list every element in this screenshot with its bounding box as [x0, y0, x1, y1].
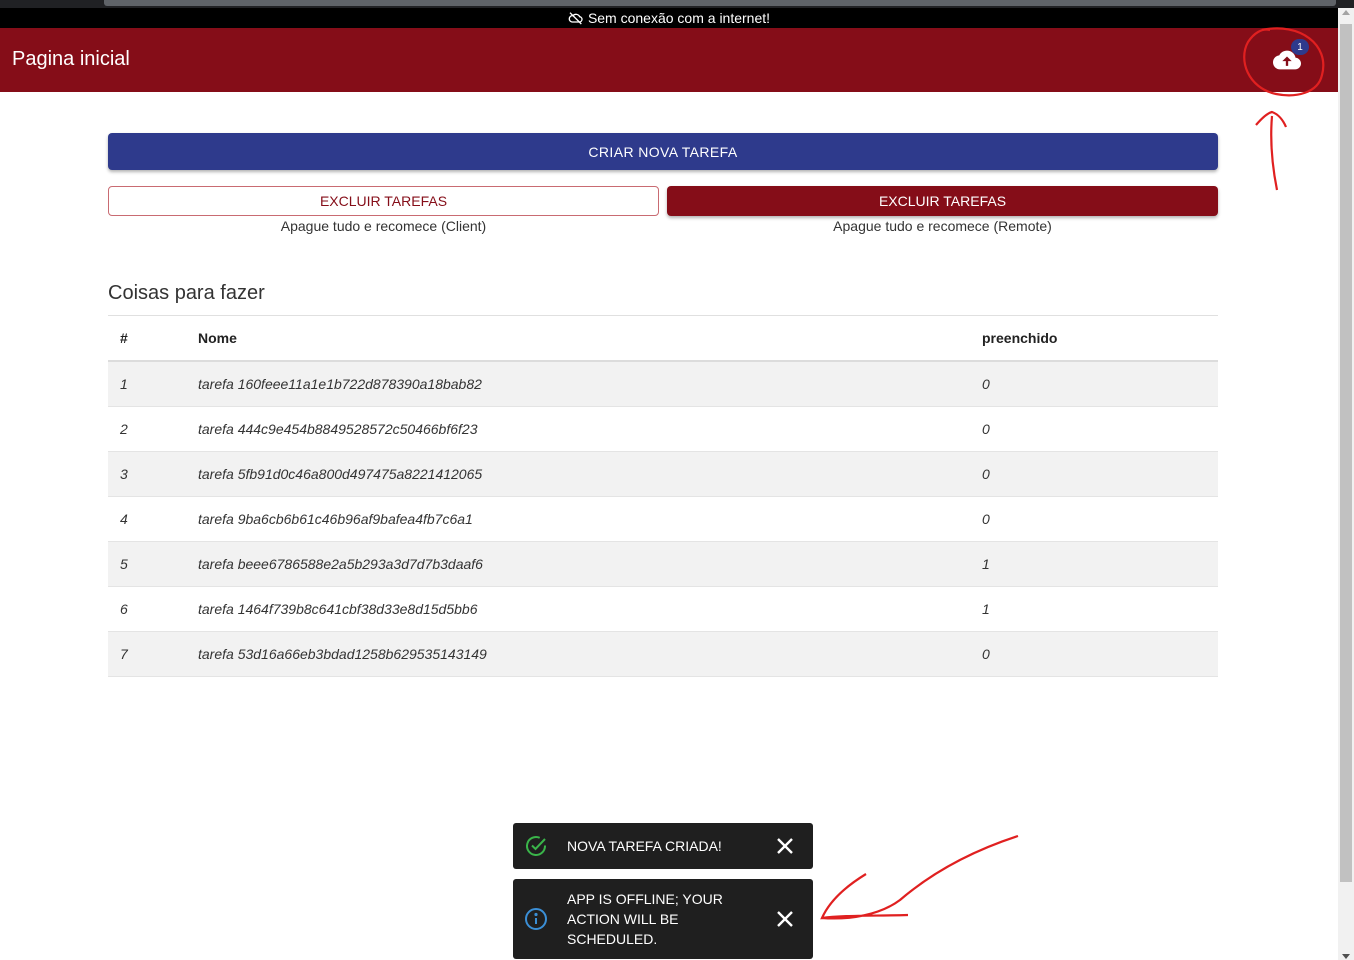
delete-tasks-remote-button[interactable]: EXCLUIR TAREFAS	[667, 186, 1218, 216]
browser-tab-edge	[104, 0, 1336, 6]
tasks-table: # Nome preenchido 1 tarefa 160feee11a1e1…	[108, 316, 1218, 677]
cell-name: tarefa 444c9e454b8849528572c50466bf6f23	[198, 406, 982, 452]
cell-name: tarefa 9ba6cb6b61c46b96af9bafea4fb7c6a1	[198, 496, 982, 542]
cell-filled: 1	[982, 541, 1218, 587]
toast-info: App is offline; your action will be sche…	[513, 879, 813, 959]
table-row: 6 tarefa 1464f739b8c641cbf38d33e8d15d5bb…	[108, 586, 1218, 632]
cell-name: tarefa 160feee11a1e1b722d878390a18bab82	[198, 361, 982, 407]
section-title: Coisas para fazer	[108, 282, 265, 304]
cell-name: tarefa 1464f739b8c641cbf38d33e8d15d5bb6	[198, 586, 982, 632]
scroll-down-icon[interactable]	[1342, 954, 1350, 959]
cell-filled: 0	[982, 631, 1218, 677]
annotation-arrow-up	[1255, 110, 1288, 191]
close-icon[interactable]	[773, 907, 797, 931]
page-scrollbar[interactable]	[1338, 8, 1354, 960]
cell-index: 5	[108, 541, 198, 587]
delete-remote-caption: Apague tudo e recomece (Remote)	[833, 218, 1052, 234]
table-row: 3 tarefa 5fb91d0c46a800d497475a822141206…	[108, 451, 1218, 497]
cloud-off-icon	[568, 12, 583, 25]
table-row: 1 tarefa 160feee11a1e1b722d878390a18bab8…	[108, 361, 1218, 407]
cell-index: 6	[108, 586, 198, 632]
table-row: 2 tarefa 444c9e454b8849528572c50466bf6f2…	[108, 406, 1218, 452]
close-icon[interactable]	[773, 834, 797, 858]
cell-name: tarefa 53d16a66eb3bdad1258b629535143149	[198, 631, 982, 677]
scrollbar-thumb[interactable]	[1340, 24, 1352, 882]
cell-index: 2	[108, 406, 198, 452]
table-row: 5 tarefa beee6786588e2a5b293a3d7d7b3daaf…	[108, 541, 1218, 587]
app-bar: Pagina inicial	[0, 28, 1338, 92]
cell-index: 7	[108, 631, 198, 677]
cell-filled: 0	[982, 406, 1218, 452]
column-header-index: #	[108, 316, 198, 362]
sync-badge: 1	[1291, 39, 1309, 55]
info-icon	[525, 908, 547, 930]
offline-banner-text: Sem conexão com a internet!	[587, 10, 771, 26]
scroll-up-icon[interactable]	[1342, 10, 1350, 15]
table-row: 4 tarefa 9ba6cb6b61c46b96af9bafea4fb7c6a…	[108, 496, 1218, 542]
table-header-row: # Nome preenchido	[108, 316, 1218, 362]
cell-filled: 0	[982, 451, 1218, 497]
cell-index: 3	[108, 451, 198, 497]
toast-message: Nova tarefa criada!	[567, 838, 722, 854]
table-row: 7 tarefa 53d16a66eb3bdad1258b62953514314…	[108, 631, 1218, 677]
cell-name: tarefa beee6786588e2a5b293a3d7d7b3daaf6	[198, 541, 982, 587]
cell-index: 4	[108, 496, 198, 542]
create-task-button[interactable]: CRIAR NOVA TAREFA	[108, 133, 1218, 170]
cell-filled: 0	[982, 496, 1218, 542]
toast-message: App is offline; your action will be sche…	[567, 891, 723, 947]
check-circle-icon	[526, 836, 546, 856]
column-header-filled: preenchido	[982, 316, 1218, 362]
offline-banner: Sem conexão com a internet!	[0, 8, 1338, 28]
cell-filled: 0	[982, 361, 1218, 407]
cell-filled: 1	[982, 586, 1218, 632]
page-title: Pagina inicial	[12, 48, 130, 70]
cell-name: tarefa 5fb91d0c46a800d497475a8221412065	[198, 451, 982, 497]
delete-tasks-client-button[interactable]: EXCLUIR TAREFAS	[108, 186, 659, 216]
cell-index: 1	[108, 361, 198, 407]
delete-client-caption: Apague tudo e recomece (Client)	[280, 218, 487, 234]
browser-top-strip	[0, 0, 1354, 8]
column-header-name: Nome	[198, 316, 982, 362]
annotation-arrow-left	[820, 834, 1019, 920]
toast-success: Nova tarefa criada!	[513, 823, 813, 869]
